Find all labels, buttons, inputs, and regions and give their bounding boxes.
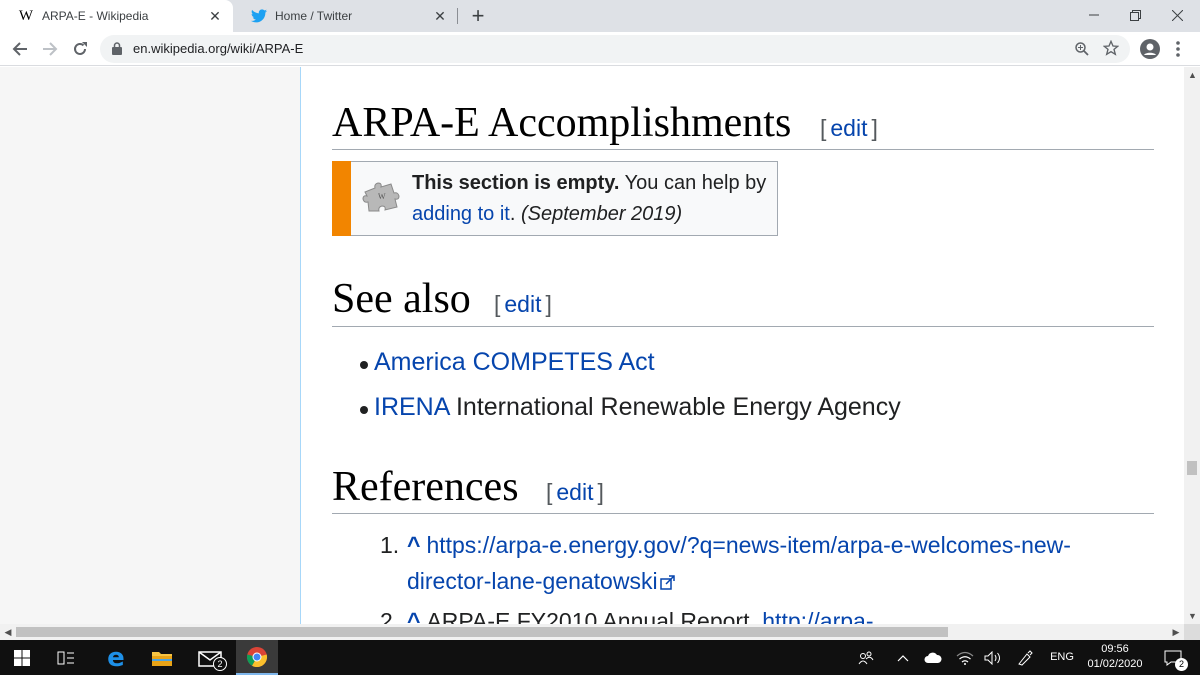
clock-time: 09:56 <box>1101 643 1129 655</box>
reference-number: 1. <box>380 532 400 558</box>
list-item: America COMPETES Act <box>360 340 901 385</box>
people-icon[interactable] <box>852 640 880 675</box>
reload-icon[interactable] <box>68 37 92 61</box>
lock-icon <box>112 42 122 60</box>
forward-arrow-icon[interactable] <box>38 37 62 61</box>
restore-icon[interactable] <box>1115 0 1155 30</box>
list-item-text: International Renewable Energy Agency <box>449 393 901 421</box>
list-item: IRENA International Renewable Energy Age… <box>360 385 901 430</box>
scrollbar-thumb[interactable] <box>16 627 948 637</box>
minimize-icon[interactable] <box>1074 0 1114 30</box>
window-close-icon[interactable] <box>1157 0 1197 30</box>
scrollbar-corner <box>1184 624 1200 640</box>
browser-toolbar: en.wikipedia.org/wiki/ARPA-E <box>0 32 1200 66</box>
edit-link[interactable]: edit <box>826 115 871 141</box>
notice-date: (September 2019) <box>520 203 683 225</box>
vertical-scrollbar[interactable]: ▲ ▼ <box>1184 67 1200 624</box>
america-competes-act-link[interactable]: America COMPETES Act <box>374 348 655 376</box>
heading-rule <box>332 149 1154 150</box>
tab-label: ARPA-E - Wikipedia <box>42 9 149 23</box>
twitter-bird-icon <box>251 8 267 24</box>
clock-date: 01/02/2020 <box>1087 658 1143 670</box>
see-also-list: America COMPETES Act IRENA International… <box>360 340 901 430</box>
scroll-right-arrow-icon[interactable]: ▶ <box>1172 627 1180 637</box>
clock[interactable]: 09:56 01/02/2020 <box>1080 642 1150 672</box>
chrome-icon[interactable] <box>236 640 278 675</box>
chevron-up-icon[interactable] <box>892 640 914 675</box>
edge-browser-icon[interactable]: e <box>96 640 136 675</box>
address-bar[interactable]: en.wikipedia.org/wiki/ARPA-E <box>100 35 1130 63</box>
heading-rule <box>332 513 1154 514</box>
kebab-menu-icon[interactable] <box>1170 41 1186 57</box>
profile-avatar-icon[interactable] <box>1140 39 1160 59</box>
mail-badge: 2 <box>213 657 227 671</box>
wikipedia-w-icon: W <box>18 7 34 24</box>
windows-taskbar: e 2 ENG 09:56 01/02/2020 2 <box>0 640 1200 675</box>
edit-section-see-also: [edit] <box>494 291 552 317</box>
language-indicator[interactable]: ENG <box>1046 650 1078 665</box>
new-tab-plus-icon[interactable]: + <box>466 4 490 28</box>
scroll-up-arrow-icon[interactable]: ▲ <box>1188 71 1197 80</box>
heading-accomplishments: ARPA-E Accomplishments <box>332 100 792 146</box>
reference-item: 1. ^ https://arpa-e.energy.gov/?q=news-it… <box>380 527 1120 601</box>
edit-link[interactable]: edit <box>552 479 597 505</box>
bookmark-star-icon[interactable] <box>1103 40 1119 56</box>
heading-see-also: See also <box>332 276 471 322</box>
notice-bar <box>332 161 351 236</box>
external-link-icon <box>659 565 676 601</box>
scrollbar-thumb[interactable] <box>1187 461 1197 475</box>
adding-to-it-link[interactable]: adding to it <box>412 203 510 225</box>
edit-link[interactable]: edit <box>500 291 545 317</box>
tab-divider <box>457 8 458 24</box>
tab-twitter[interactable]: Home / Twitter ✕ <box>233 0 458 32</box>
bullet <box>360 406 368 414</box>
bullet <box>360 361 368 369</box>
zoom-icon[interactable] <box>1074 41 1090 57</box>
volume-icon[interactable] <box>980 640 1006 675</box>
file-explorer-icon[interactable] <box>142 640 182 675</box>
svg-text:W: W <box>378 192 386 201</box>
references-list: 1. ^ https://arpa-e.energy.gov/?q=news-it… <box>380 527 1120 624</box>
reference-link[interactable]: https://arpa-e.energy.gov/?q=news-item/a… <box>407 532 1071 594</box>
scroll-left-arrow-icon[interactable]: ◀ <box>4 627 12 637</box>
backlink-caret[interactable]: ^ <box>407 608 420 624</box>
tab-wikipedia[interactable]: W ARPA-E - Wikipedia ✕ <box>0 0 233 32</box>
reference-text: ARPA-E FY2010 Annual Report. <box>426 607 763 624</box>
url-text: en.wikipedia.org/wiki/ARPA-E <box>133 41 304 56</box>
close-icon[interactable]: ✕ <box>432 8 448 24</box>
backlink-caret[interactable]: ^ <box>407 532 420 558</box>
reference-number: 2. <box>380 607 400 624</box>
notice-text: This section is empty. You can help by a… <box>412 168 772 230</box>
browser-titlebar: W ARPA-E - Wikipedia ✕ Home / Twitter ✕ … <box>0 0 1200 32</box>
reference-link[interactable]: http://arpa- <box>762 608 873 624</box>
pen-ink-icon[interactable] <box>1012 640 1038 675</box>
empty-section-notice: W This section is empty. You can help by… <box>332 161 778 236</box>
close-icon[interactable]: ✕ <box>207 8 223 24</box>
irena-link[interactable]: IRENA <box>374 393 449 421</box>
notice-bold-text: This section is empty. <box>412 172 620 194</box>
wiki-sidebar <box>0 67 301 624</box>
notice-text-part: You can help by <box>619 172 767 194</box>
reference-item: 2. ^ ARPA-E FY2010 Annual Report. http://… <box>380 603 1120 624</box>
edit-section-references: [edit] <box>546 479 604 505</box>
wifi-icon[interactable] <box>952 640 978 675</box>
edit-section-accomplishments: [edit] <box>820 115 878 141</box>
windows-start-icon[interactable] <box>0 640 44 675</box>
horizontal-scrollbar[interactable]: ◀ ▶ <box>0 624 1184 640</box>
mail-icon[interactable]: 2 <box>190 640 230 675</box>
back-arrow-icon[interactable] <box>8 37 32 61</box>
action-center-icon[interactable]: 2 <box>1156 640 1190 675</box>
web-page-viewport: ARPA-E Accomplishments [edit] W This sec… <box>0 67 1184 624</box>
notification-badge: 2 <box>1175 658 1188 671</box>
tab-label: Home / Twitter <box>275 9 353 23</box>
onedrive-cloud-icon[interactable] <box>920 640 946 675</box>
heading-references: References <box>332 464 519 510</box>
puzzle-piece-icon: W <box>361 180 401 217</box>
scroll-down-arrow-icon[interactable]: ▼ <box>1188 612 1197 621</box>
notice-text-part: . <box>509 203 521 225</box>
task-view-icon[interactable] <box>46 640 86 675</box>
heading-rule <box>332 326 1154 327</box>
